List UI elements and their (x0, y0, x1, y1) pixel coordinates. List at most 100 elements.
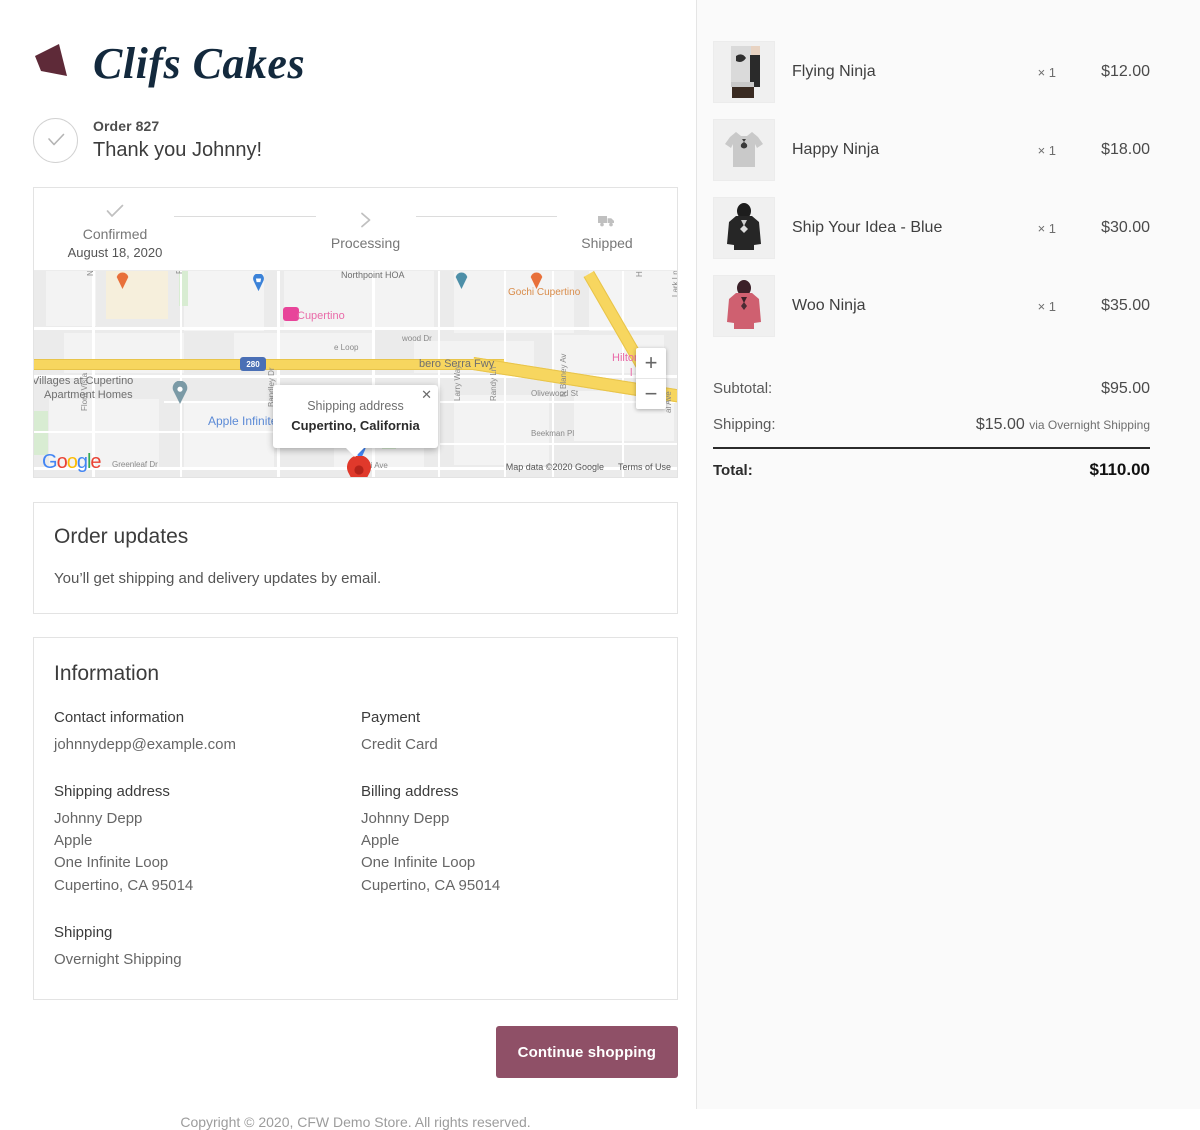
shipping-row: Shipping: $15.00 via Overnight Shipping (713, 407, 1150, 443)
list-item: Ship Your Idea - Blue × 1 $30.00 (713, 189, 1150, 267)
map-label: Heron Ave (635, 271, 644, 277)
map-label: Gochi Cupertino (508, 287, 581, 299)
close-icon[interactable]: ✕ (421, 388, 432, 401)
order-confirmed-badge (33, 117, 78, 163)
map-label: N Stelling Rd (86, 271, 95, 276)
status-connector (415, 215, 557, 217)
shipping-value: $15.00 (975, 416, 1025, 433)
block-heading: Shipping (54, 923, 113, 941)
shipping-address-infowindow: ✕ Shipping address Cupertino, California (273, 385, 438, 457)
continue-shopping-button[interactable]: Continue shopping (495, 1026, 678, 1079)
block-line: Overnight Shipping (54, 950, 182, 968)
check-icon (106, 202, 124, 220)
product-name: Flying Ninja (792, 62, 876, 80)
chevron-right-icon (360, 211, 372, 229)
total-label: Total: (713, 462, 753, 479)
map-zoom-control[interactable]: + − (636, 348, 666, 410)
product-quantity: × 1 (1037, 298, 1056, 314)
status-label: Shipped (581, 235, 633, 252)
block-line: Apple (54, 832, 93, 850)
information-card: Information Contact information johnnyde… (33, 636, 678, 1001)
block-line: Cupertino, CA 95014 (54, 876, 194, 894)
infowindow-address: Cupertino, California (291, 418, 420, 434)
map-poi-icon (116, 272, 129, 290)
block-line: One Infinite Loop (54, 854, 169, 872)
store-logo[interactable]: Clifs Cakes (33, 28, 674, 100)
total-row: Total: $110.00 (713, 449, 1150, 489)
status-step-shipped: Shipped (557, 211, 657, 251)
cart-items-list: Flying Ninja × 1 $12.00 Happy Ninja × 1 … (713, 33, 1150, 345)
product-thumbnail-happy-ninja[interactable] (713, 119, 775, 181)
status-connector (174, 215, 316, 217)
status-step-processing: Processing (316, 211, 416, 251)
order-updates-text: You’ll get shipping and delivery updates… (54, 569, 382, 587)
shipping-address-block: Shipping address Johnny Depp Apple One I… (54, 783, 361, 897)
block-line: Johnny Depp (54, 810, 143, 828)
shipping-label: Shipping: (713, 416, 776, 433)
map-terms-link[interactable]: Terms of Use (618, 462, 671, 472)
map-label: Franco Ct (175, 271, 184, 274)
block-line: Apple (361, 832, 400, 850)
check-icon (47, 133, 64, 146)
map-zoom-out-button[interactable]: − (636, 379, 666, 409)
product-thumbnail-woo-ninja[interactable] (713, 275, 775, 337)
order-details-column: Clifs Cakes Order 827 Thank you Johnny! (0, 0, 697, 1130)
contact-information-block: Contact information johnnydepp@example.c… (54, 709, 361, 756)
person-holding-tshirt-photo-icon (714, 42, 774, 102)
information-grid: Contact information johnnydepp@example.c… (54, 709, 657, 971)
order-number: Order 827 (93, 118, 160, 134)
map-zoom-in-button[interactable]: + (636, 348, 666, 378)
block-heading: Shipping address (54, 783, 170, 801)
block-line: Johnny Depp (361, 810, 450, 828)
status-date: August 18, 2020 (67, 245, 163, 261)
shipping-method-note: via Overnight Shipping (1029, 418, 1150, 432)
grey-tshirt-photo-icon (714, 120, 774, 180)
order-confirmation-page: Clifs Cakes Order 827 Thank you Johnny! (0, 0, 1200, 1130)
product-thumbnail-ship-your-idea-blue[interactable] (713, 197, 775, 259)
map-label: N Blaney Av (559, 353, 568, 398)
order-totals: Subtotal: $95.00 Shipping: $15.00 via Ov… (713, 371, 1150, 489)
block-line: Credit Card (361, 735, 438, 753)
map-label: Flora Vista (80, 373, 89, 412)
payment-block: Payment Credit Card (361, 709, 657, 756)
product-price: $12.00 (1101, 63, 1150, 80)
subtotal-row: Subtotal: $95.00 (713, 371, 1150, 407)
list-item: Happy Ninja × 1 $18.00 (713, 111, 1150, 189)
map-label: wood Dr (402, 334, 432, 344)
map-label: Cupertino (297, 310, 345, 323)
footer-copyright: Copyright © 2020, CFW Demo Store. All ri… (180, 1114, 531, 1130)
product-quantity: × 1 (1037, 142, 1056, 158)
map-poi-shop-icon (253, 274, 264, 292)
information-title: Information (54, 661, 160, 685)
order-status-map-card: Confirmed August 18, 2020 Processing Shi… (33, 187, 678, 479)
block-heading: Billing address (361, 783, 459, 801)
map-label: Lark Ln (671, 270, 677, 298)
product-price: $18.00 (1101, 141, 1150, 158)
map-destination-marker-icon (347, 456, 371, 478)
truck-icon (597, 211, 617, 229)
google-logo: Google (42, 451, 102, 474)
shipping-address-map[interactable]: 280 N Stelling Rd Franco Ct Northpoint H… (34, 270, 677, 478)
subtotal-label: Subtotal: (713, 380, 773, 397)
order-updates-card: Order updates You’ll get shipping and de… (33, 502, 678, 614)
total-value: $110.00 (1089, 460, 1150, 479)
block-line: One Infinite Loop (361, 854, 476, 872)
list-item: Woo Ninja × 1 $35.00 (713, 267, 1150, 345)
order-header: Order 827 Thank you Johnny! (33, 116, 674, 164)
product-name: Woo Ninja (792, 296, 866, 314)
status-step-confirmed: Confirmed August 18, 2020 (54, 202, 176, 260)
logo-mark-icon (35, 44, 67, 76)
store-name: Clifs Cakes (93, 39, 306, 88)
list-item: Flying Ninja × 1 $12.00 (713, 33, 1150, 111)
map-poi-icon (455, 272, 468, 290)
product-thumbnail-flying-ninja[interactable] (713, 41, 775, 103)
order-summary-column: Flying Ninja × 1 $12.00 Happy Ninja × 1 … (697, 0, 1200, 1109)
status-label: Confirmed (82, 226, 148, 243)
map-label: e Loop (334, 343, 359, 353)
infowindow-title: Shipping address (307, 399, 404, 414)
order-status-tracker: Confirmed August 18, 2020 Processing Shi… (34, 188, 677, 270)
block-heading: Contact information (54, 708, 185, 726)
map-label: Larry Way (453, 365, 462, 402)
order-thank-you: Thank you Johnny! (93, 139, 262, 162)
